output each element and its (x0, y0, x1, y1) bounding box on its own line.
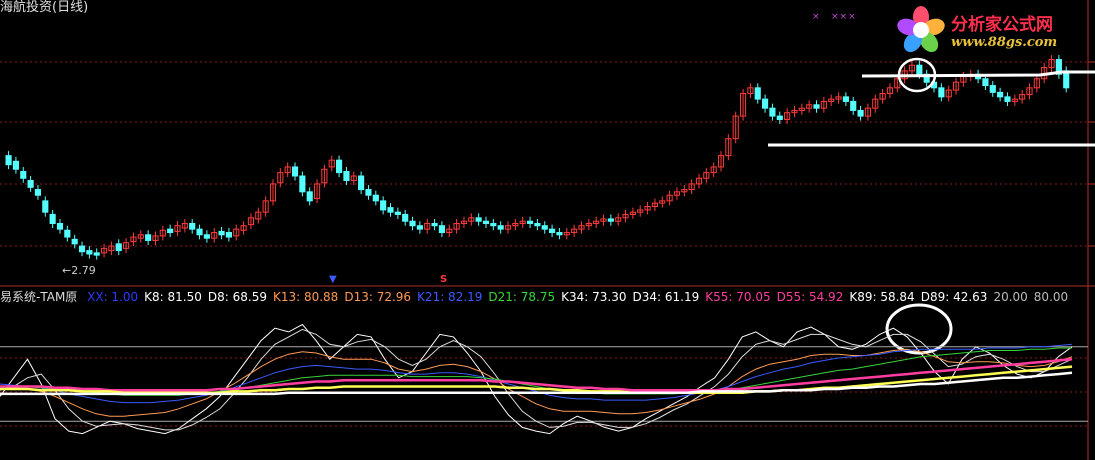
chart-title: 海航投资(日线) (0, 0, 89, 15)
candle-body (534, 222, 541, 227)
candle-body (358, 175, 365, 191)
candle-body (762, 98, 769, 109)
indicator-value: K34: 73.30 (561, 290, 627, 304)
indicator-value: D21: 78.75 (488, 290, 556, 304)
indicator-value: D13: 72.96 (344, 290, 412, 304)
candle-body (291, 166, 299, 177)
indicator-value: 80.00 (1033, 290, 1069, 304)
candle-body (336, 159, 343, 174)
candle-body (549, 228, 556, 234)
candle-body (490, 222, 497, 227)
candle-body (842, 96, 849, 102)
indicator-value: K89: 58.84 (849, 290, 915, 304)
indicator-value: K13: 80.88 (272, 290, 339, 304)
candle-body (12, 160, 19, 170)
candle-body (71, 238, 78, 245)
candle-body (997, 91, 1004, 98)
indicator-value: K21: 82.19 (417, 290, 483, 304)
flower-logo-icon (897, 6, 945, 53)
candle-body (402, 213, 409, 222)
candle-body (387, 207, 394, 213)
candle-body (409, 220, 416, 227)
candle-body (34, 189, 42, 196)
series-line-k8 (0, 323, 1073, 435)
candle-body (299, 175, 306, 193)
candle-body (982, 78, 989, 87)
candle-body (541, 225, 548, 230)
candle-body (49, 213, 56, 224)
low-price-value: 2.79 (71, 264, 96, 277)
candle-body (189, 222, 196, 230)
candle-body (225, 232, 232, 238)
signal-red-icon: S (440, 274, 448, 285)
series-line-d8 (0, 328, 1073, 431)
candle-body (438, 225, 445, 234)
low-price-label: ←2.79 (62, 264, 96, 277)
site-logo: 分析家公式网 www.88gs.com (893, 4, 1093, 56)
candle-body (42, 200, 49, 213)
candle-body (20, 170, 27, 179)
signal-blue-icon: ▼ (329, 274, 337, 285)
candle-body (607, 218, 614, 222)
candle-body (86, 250, 93, 255)
indicator-value: K55: 70.05 (705, 290, 771, 304)
candle-body (218, 230, 225, 236)
series-line-d55 (0, 365, 1073, 394)
candle-body (5, 155, 12, 166)
candle-body (857, 109, 864, 117)
top-mark-1: × (812, 12, 821, 22)
indicator-value: 20.00 (993, 290, 1028, 304)
candle-body (989, 85, 996, 93)
indicator-legend: 易系统-TAM原 XX: 1.00 K8: 81.50 D8: 68.59 K13: … (0, 289, 1080, 305)
candle-body (416, 225, 423, 230)
indicator-value: XX: 1.00 (87, 290, 139, 304)
candle-body (343, 170, 350, 182)
indicator-values: XX: 1.00 K8: 81.50 D8: 68.59 K13: 80.88 D13:… (87, 290, 1074, 304)
indicator-value: D8: 68.59 (207, 290, 267, 304)
candle-body (394, 211, 401, 215)
candle-body (115, 243, 122, 252)
candle-body (497, 225, 504, 230)
candle-body (938, 87, 945, 98)
candle-body (203, 234, 210, 239)
top-mark-2: ××× (831, 12, 857, 22)
candle-body (306, 191, 313, 202)
candle-body (776, 115, 783, 120)
candle-body (769, 107, 776, 117)
candle-body (556, 232, 563, 236)
indicator-value: D55: 54.92 (776, 290, 844, 304)
chart-canvas (0, 0, 1095, 460)
candle-body (365, 189, 372, 196)
candle-body (526, 220, 534, 224)
candle-body (1004, 96, 1011, 102)
candle-body (916, 64, 923, 75)
indicator-value: D89: 42.63 (920, 290, 988, 304)
indicator-value: D34: 61.19 (632, 290, 700, 304)
candle-body (167, 228, 174, 234)
candle-body (78, 245, 86, 253)
candle-body (813, 104, 820, 109)
candle-body (380, 200, 387, 211)
candle-body (850, 100, 857, 111)
candle-body (754, 87, 761, 100)
candle-body (64, 229, 71, 238)
logo-text: 分析家公式网 (951, 15, 1053, 35)
logo-url: www.88gs.com (951, 35, 1058, 50)
candle-body (482, 220, 490, 224)
candle-body (372, 194, 379, 202)
candle-body (196, 228, 203, 236)
candle-body (93, 252, 100, 256)
candle-body (27, 180, 34, 188)
highlight-circle-indicator (885, 303, 953, 355)
candle-body (56, 222, 64, 230)
candle-body (475, 217, 482, 222)
indicator-value: K8: 81.50 (144, 290, 202, 304)
indicator-name: 易系统-TAM原 (0, 290, 78, 304)
candle-body (145, 234, 152, 241)
candle-body (431, 222, 438, 227)
